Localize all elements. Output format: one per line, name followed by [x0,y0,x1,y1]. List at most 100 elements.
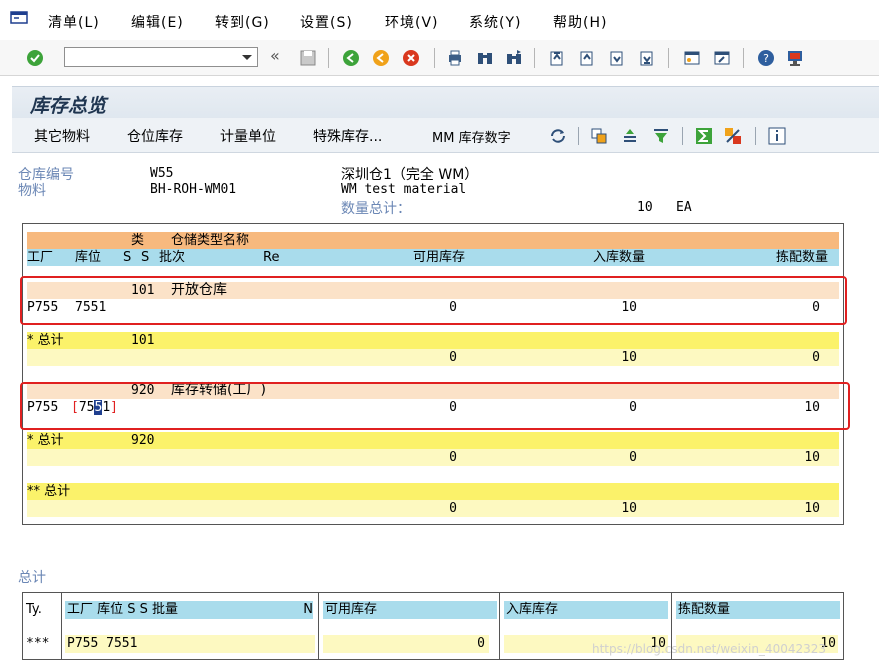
col-header-type-name: 仓储类型名称 [171,233,250,248]
totals-header-available: 可用库存 [323,601,497,619]
material-description: WM test material [341,182,467,197]
highlight-box [20,382,850,430]
application-toolbar: 其它物料 仓位库存 计量单位 特殊库存... MM 库存数字 [12,118,879,153]
totals-row-available: 0 [323,635,489,653]
svg-text:?: ? [763,52,769,65]
first-page-icon[interactable] [548,49,566,67]
subtotal-row: * 总计 101 [27,332,839,349]
material-label: 物料 [18,183,46,199]
totals-row-ty: *** [26,636,50,651]
cancel-icon[interactable] [402,49,420,67]
next-page-icon[interactable] [608,49,626,67]
chevron-down-icon[interactable] [238,48,256,66]
menu-environment[interactable]: 环境(V) [385,12,439,32]
find-icon[interactable] [476,49,494,67]
detail-icon[interactable] [590,127,608,145]
help-icon[interactable]: ? [757,49,775,67]
subtotal-inbound-qty: 10 [621,350,637,365]
list-header-row-1: 类 仓储类型名称 [27,232,839,249]
other-material-button[interactable]: 其它物料 [34,126,90,146]
back-icon[interactable] [342,49,360,67]
col-header-storage-location: 库位 [75,250,102,265]
subtotal-inbound-qty: 0 [629,450,637,465]
prev-page-icon[interactable] [578,49,596,67]
subtotal-values-row: 0 0 10 [27,449,839,466]
standard-toolbar: « ? [0,40,879,76]
highlight-box [20,276,847,325]
grand-total-label: ** 总计 [27,484,71,499]
quantity-total-unit: EA [676,200,692,215]
page-title: 库存总览 [30,95,107,117]
subtotal-storage-type: 920 [131,433,155,448]
filter-icon[interactable] [652,127,670,145]
collapse-icon[interactable]: « [270,46,288,65]
find-next-icon[interactable] [505,49,523,67]
col-header-batch: 批次 [159,250,186,265]
command-field[interactable] [64,47,258,67]
col-header-re: Re [263,250,280,265]
subtotal-row: * 总计 920 [27,432,839,449]
warehouse-description: 深圳仓1（完全 WM） [341,167,479,183]
customize-icon[interactable] [786,49,804,67]
bin-stock-button[interactable]: 仓位库存 [127,126,183,146]
sort-ascending-icon[interactable] [621,127,639,145]
stock-list: 类 仓储类型名称 工厂 库位 S S 批次 Re 可用库存 入库数量 拣配数量 … [22,223,844,525]
totals-header-inbound: 入库库存 [504,601,668,619]
subtotal-label: * 总计 [27,433,64,448]
totals-header-n: N [289,601,313,619]
col-header-inbound-qty: 入库数量 [592,250,645,265]
system-menu-icon[interactable] [10,10,30,26]
col-header-plant: 工厂 [27,250,54,265]
subtotal-available-stock: 0 [449,350,457,365]
menu-edit[interactable]: 编辑(E) [131,12,184,32]
col-header-s1: S [123,250,132,265]
quantity-total-label: 数量总计： [341,201,411,217]
col-header-pick-qty: 拣配数量 [775,250,828,265]
menu-system[interactable]: 系统(Y) [469,12,521,32]
grand-total-available-stock: 0 [449,501,457,516]
totals-header-pick: 拣配数量 [676,601,840,619]
totals-header-ty: Ty. [26,602,42,617]
col-header-available-stock: 可用库存 [412,250,465,265]
warehouse-value: W55 [150,166,174,181]
menu-goto[interactable]: 转到(G) [215,12,270,32]
info-icon[interactable] [768,127,786,145]
grand-total-inbound-qty: 10 [621,501,637,516]
command-input[interactable] [65,48,239,64]
menu-settings[interactable]: 设置(S) [300,12,353,32]
exit-icon[interactable] [372,49,390,67]
print-icon[interactable] [446,49,464,67]
last-page-icon[interactable] [638,49,656,67]
list-header-row-2: 工厂 库位 S S 批次 Re 可用库存 入库数量 拣配数量 [27,249,839,266]
title-bar: 库存总览 [12,86,879,119]
subtotal-pick-qty: 10 [804,450,820,465]
subtotal-available-stock: 0 [449,450,457,465]
menu-help[interactable]: 帮助(H) [553,12,607,32]
menu-bar: 清单(L) 编辑(E) 转到(G) 设置(S) 环境(V) 系统(Y) 帮助(H… [0,0,879,41]
col-header-s2: S [141,250,150,265]
subtotal-values-row: 0 10 0 [27,349,839,366]
mm-stock-button[interactable]: MM 库存数字 [432,127,511,146]
subtotal-pick-qty: 0 [812,350,820,365]
unit-of-measure-button[interactable]: 计量单位 [220,126,276,146]
quantity-total-value: 10 [637,200,653,215]
totals-header-plant-batch: 工厂 库位 S S 批量 [65,601,289,619]
grand-total-row: ** 总计 [27,483,839,500]
special-stock-button[interactable]: 特殊库存... [313,126,382,146]
material-value: BH-ROH-WM01 [150,182,237,197]
create-session-icon[interactable] [683,49,701,67]
refresh-icon[interactable] [549,127,567,145]
grand-total-values-row: 0 10 10 [27,500,839,517]
enter-icon[interactable] [26,49,44,67]
grand-total-pick-qty: 10 [804,501,820,516]
watermark-text: https://blog.csdn.net/weixin_40042323 [592,642,827,656]
shortcut-icon[interactable] [713,49,731,67]
subtotal-icon[interactable] [724,127,742,145]
totals-section-label: 总计 [18,570,46,586]
col-header-type: 类 [131,233,145,248]
totals-row-plant-sloc: P755 7551 [65,635,315,653]
save-icon[interactable] [299,49,317,67]
menu-list[interactable]: 清单(L) [48,12,100,32]
sum-icon[interactable] [695,127,713,145]
subtotal-storage-type: 101 [131,333,155,348]
